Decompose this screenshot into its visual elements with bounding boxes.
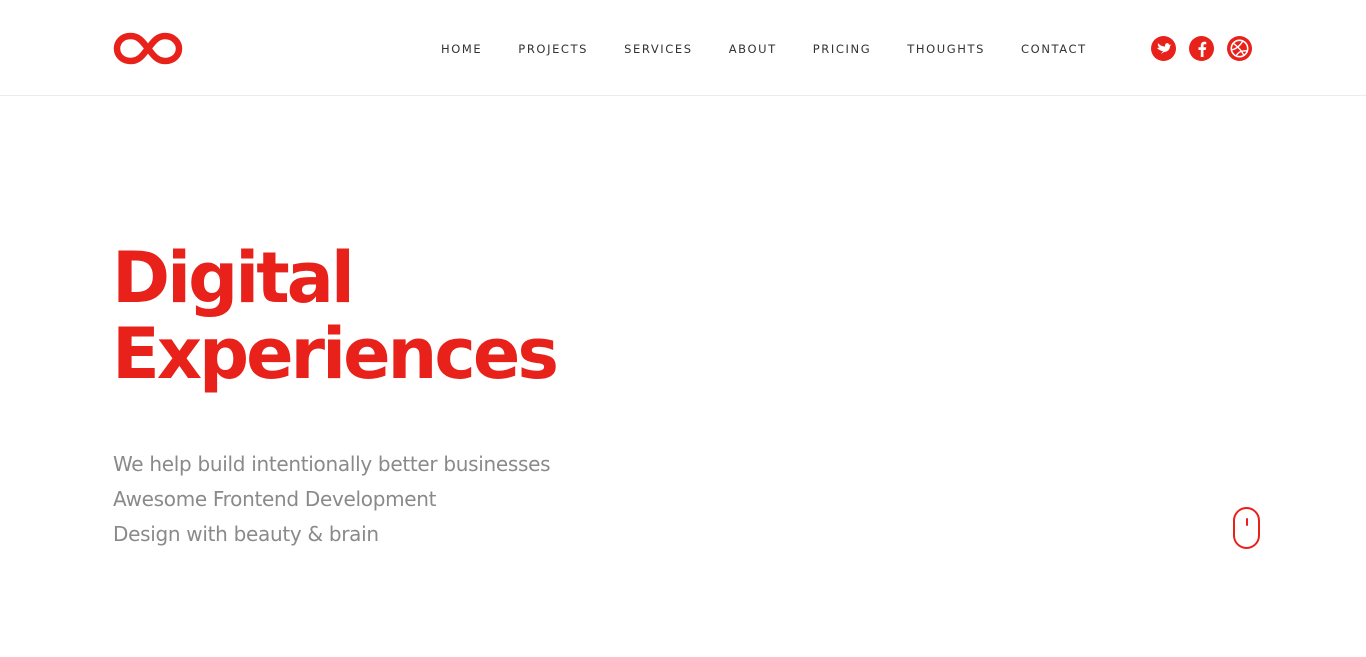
nav-services[interactable]: SERVICES <box>624 41 693 57</box>
mouse-wheel <box>1246 518 1248 526</box>
tagline-3: Design with beauty & brain <box>113 522 379 546</box>
twitter-icon[interactable] <box>1151 36 1176 61</box>
tagline-1: We help build intentionally better busin… <box>113 452 551 476</box>
hero-taglines: We help build intentionally better busin… <box>113 447 551 552</box>
tagline-2: Awesome Frontend Development <box>113 487 437 511</box>
nav-about[interactable]: ABOUT <box>729 41 777 57</box>
nav-projects[interactable]: PROJECTS <box>518 41 588 57</box>
dribbble-icon[interactable] <box>1227 36 1252 61</box>
nav-pricing[interactable]: PRICING <box>813 41 871 57</box>
infinity-logo[interactable] <box>113 28 183 69</box>
social-links <box>1151 36 1252 61</box>
nav-thoughts[interactable]: THOUGHTS <box>907 41 985 57</box>
main-nav: HOME PROJECTS SERVICES ABOUT PRICING THO… <box>441 41 1087 57</box>
hero-title-line-1: Digital <box>112 237 355 319</box>
nav-contact[interactable]: CONTACT <box>1021 41 1087 57</box>
nav-home[interactable]: HOME <box>441 41 482 57</box>
mouse-scroll-icon[interactable] <box>1233 507 1260 549</box>
facebook-icon[interactable] <box>1189 36 1214 61</box>
hero-title-line-2: Experiences <box>112 313 559 395</box>
hero-title: Digital Experiences <box>112 237 559 395</box>
site-header: HOME PROJECTS SERVICES ABOUT PRICING THO… <box>0 0 1366 96</box>
